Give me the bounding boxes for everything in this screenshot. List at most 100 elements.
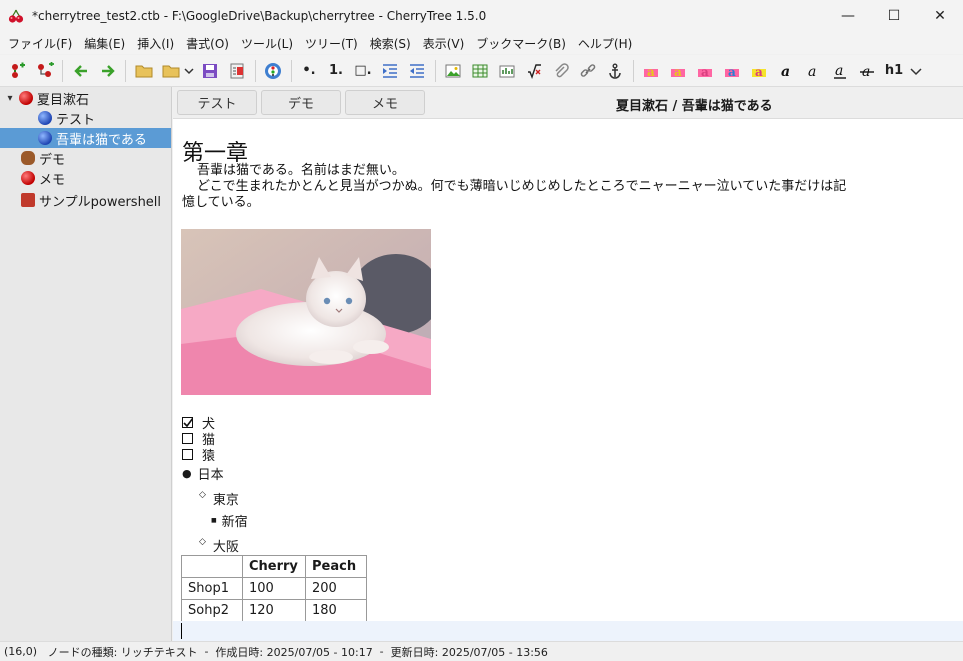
- tree-item-demo[interactable]: デモ: [0, 148, 171, 168]
- italic-icon[interactable]: a: [802, 60, 824, 82]
- menu-bookmarks[interactable]: ブックマーク(B): [470, 35, 572, 52]
- unchecked-checkbox-icon[interactable]: [182, 449, 193, 460]
- strikethrough-icon[interactable]: a: [856, 60, 878, 82]
- expand-arrow-icon[interactable]: ▾: [4, 93, 16, 104]
- svg-text:a: a: [647, 65, 655, 79]
- save-icon[interactable]: [199, 60, 221, 82]
- insert-table-icon[interactable]: [469, 60, 491, 82]
- insert-link-icon[interactable]: [577, 60, 599, 82]
- numbered-list-icon[interactable]: 1.: [325, 60, 347, 82]
- svg-text:a: a: [701, 65, 709, 79]
- window-title: *cherrytree_test2.ctb - F:\GoogleDrive\B…: [32, 9, 487, 23]
- toolbar-separator: [125, 59, 126, 82]
- recent-folder-icon[interactable]: [160, 60, 182, 82]
- toolbar-separator: [254, 59, 256, 82]
- tab-memo[interactable]: メモ: [345, 90, 425, 115]
- tab-test[interactable]: テスト: [177, 90, 257, 115]
- maximize-button[interactable]: ☐: [871, 0, 917, 32]
- insert-anchor-icon[interactable]: [604, 60, 626, 82]
- menu-edit[interactable]: 編集(E): [78, 35, 131, 52]
- toolbar: •. 1. □. a a a a a a a a h1: [0, 55, 963, 87]
- menu-search[interactable]: 検索(S): [364, 35, 417, 52]
- tree-item-memo[interactable]: メモ: [0, 168, 171, 188]
- bold-icon[interactable]: a: [775, 60, 797, 82]
- text-color-foreground-icon[interactable]: a: [640, 60, 662, 82]
- text-highlight-yellow-icon[interactable]: a: [748, 60, 770, 82]
- table-header-cell[interactable]: Peach: [305, 555, 367, 578]
- toolbar-separator: [632, 59, 634, 82]
- open-folder-icon[interactable]: [133, 60, 155, 82]
- tree-item-wagahai[interactable]: 吾輩は猫である: [0, 128, 171, 148]
- todo-list-icon[interactable]: □.: [352, 60, 374, 82]
- modified-date: 更新日時: 2025/07/05 - 13:56: [390, 645, 548, 659]
- bulleted-list-icon[interactable]: •.: [298, 60, 320, 82]
- checklist-item[interactable]: 猿: [182, 445, 215, 464]
- cursor-position: (16,0): [4, 645, 38, 658]
- node-type: ノードの種類: リッチテキスト: [47, 645, 198, 659]
- title-bar: *cherrytree_test2.ctb - F:\GoogleDrive\B…: [0, 0, 963, 32]
- bullet-item-level-2: ◇ 東京: [199, 489, 239, 509]
- checked-checkbox-icon[interactable]: [182, 417, 193, 428]
- tab-demo[interactable]: デモ: [261, 90, 341, 115]
- tree-panel: ▾ 夏目漱石 テスト 吾輩は猫である デモ メモ サンプルpowershell: [0, 87, 172, 641]
- rich-text-editor[interactable]: 第一章 吾輩は猫である。名前はまだ無い。 どこで生まれたかとんと見当がつかぬ。何…: [173, 118, 963, 641]
- table-header-cell[interactable]: [181, 555, 243, 578]
- menu-help[interactable]: ヘルプ(H): [572, 35, 638, 52]
- chevron-down-icon[interactable]: [184, 60, 194, 82]
- close-button[interactable]: ✕: [917, 0, 963, 32]
- menu-tools[interactable]: ツール(L): [235, 35, 299, 52]
- table-cell[interactable]: Sohp2: [181, 599, 243, 622]
- preferences-icon[interactable]: [262, 60, 284, 82]
- indent-icon[interactable]: [379, 60, 401, 82]
- text-color-blue-icon[interactable]: a: [721, 60, 743, 82]
- cherry-icon: [21, 171, 35, 185]
- blueberry-icon: [38, 111, 52, 125]
- menu-file[interactable]: ファイル(F): [2, 35, 78, 52]
- chevron-down-icon[interactable]: [910, 60, 922, 82]
- text-color-background-icon[interactable]: a: [667, 60, 689, 82]
- menu-format[interactable]: 書式(O): [180, 35, 235, 52]
- bullet-label: 東京: [212, 493, 239, 508]
- bullet-diamond-icon: ◇: [199, 536, 206, 547]
- svg-text:a: a: [755, 65, 763, 79]
- export-icon[interactable]: [226, 60, 248, 82]
- text-highlight-icon[interactable]: a: [694, 60, 716, 82]
- outdent-icon[interactable]: [406, 60, 428, 82]
- table-cell[interactable]: 200: [305, 577, 367, 600]
- terminal-icon: [21, 193, 35, 207]
- bullet-item-level-3: ■ 新宿: [211, 511, 248, 530]
- attach-file-icon[interactable]: [550, 60, 572, 82]
- menu-view[interactable]: 表示(V): [417, 35, 471, 52]
- tree-item-powershell[interactable]: サンプルpowershell: [0, 190, 171, 210]
- go-back-icon[interactable]: [70, 60, 92, 82]
- cat-image[interactable]: [181, 229, 431, 395]
- window-controls: — ☐ ✕: [825, 0, 963, 32]
- insert-latex-icon[interactable]: [523, 60, 545, 82]
- bullet-label: 日本: [197, 468, 224, 483]
- add-node-icon[interactable]: [7, 60, 29, 82]
- underline-icon[interactable]: a: [829, 60, 851, 82]
- go-forward-icon[interactable]: [97, 60, 119, 82]
- insert-codebox-icon[interactable]: [496, 60, 518, 82]
- minimize-button[interactable]: —: [825, 0, 871, 32]
- bullet-square-icon: ■: [211, 517, 217, 524]
- table-cell[interactable]: 100: [242, 577, 306, 600]
- table-cell[interactable]: 120: [242, 599, 306, 622]
- menu-tree[interactable]: ツリー(T): [299, 35, 364, 52]
- unchecked-checkbox-icon[interactable]: [182, 433, 193, 444]
- heading-1-icon[interactable]: h1: [883, 60, 905, 82]
- node-path: 夏目漱石 / 吾輩は猫である: [616, 99, 773, 114]
- tree-item-natsume[interactable]: ▾ 夏目漱石: [0, 88, 171, 108]
- blueberry-icon: [38, 131, 52, 145]
- data-table[interactable]: Cherry Peach Shop1 100 200 Sohp2 120 180: [181, 555, 367, 622]
- table-cell[interactable]: Shop1: [181, 577, 243, 600]
- table-header-cell[interactable]: Cherry: [242, 555, 306, 578]
- menu-insert[interactable]: 挿入(I): [131, 35, 180, 52]
- tree-item-test[interactable]: テスト: [0, 108, 171, 128]
- table-cell[interactable]: 180: [305, 599, 367, 622]
- text-line: 憶している。: [182, 195, 260, 210]
- svg-text:a: a: [808, 64, 816, 79]
- add-subnode-icon[interactable]: [34, 60, 56, 82]
- status-separator: [37, 645, 48, 658]
- insert-image-icon[interactable]: [442, 60, 464, 82]
